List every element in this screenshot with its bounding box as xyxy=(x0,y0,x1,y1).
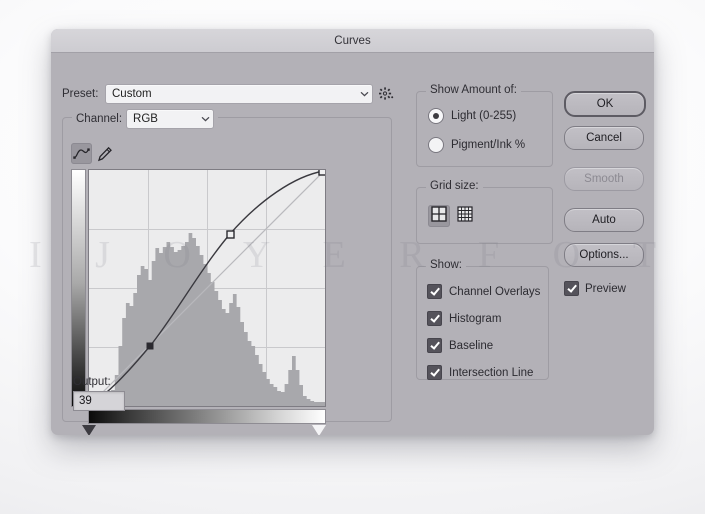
show-row-baseline[interactable]: Baseline xyxy=(427,338,548,353)
cancel-button[interactable]: Cancel xyxy=(564,126,644,150)
curve-graph-plot xyxy=(89,170,325,406)
curve-panel: Channel: RGB Output: 39 xyxy=(62,109,392,435)
channel-overlays-checkbox[interactable] xyxy=(427,284,442,299)
baseline-label: Baseline xyxy=(449,339,494,352)
curve-graph[interactable] xyxy=(88,169,326,407)
output-label: Output: xyxy=(73,376,111,388)
radio-row-light[interactable]: Light (0-255) xyxy=(428,108,552,124)
pencil-tool-button[interactable] xyxy=(94,143,115,164)
input-gradient-strip xyxy=(88,409,326,424)
histogram-label: Histogram xyxy=(449,312,502,325)
chevron-down-icon xyxy=(356,89,372,99)
dialog-title: Curves xyxy=(334,34,371,47)
channel-value: RGB xyxy=(133,113,158,125)
smooth-button[interactable]: Smooth xyxy=(564,167,644,191)
black-point-slider[interactable] xyxy=(82,425,96,435)
channel-row: Channel: RGB xyxy=(72,109,219,129)
curve-tools xyxy=(71,143,115,164)
light-radio[interactable] xyxy=(428,108,444,124)
options-button[interactable]: Options... xyxy=(564,243,644,267)
channel-overlays-label: Channel Overlays xyxy=(449,285,541,298)
light-label: Light (0-255) xyxy=(451,110,517,122)
grid-10x10-icon xyxy=(457,205,473,227)
intersection-line-label: Intersection Line xyxy=(449,366,534,379)
preview-checkbox[interactable] xyxy=(564,281,579,296)
grid-size-title: Grid size: xyxy=(426,180,483,192)
show-row-intersection-line[interactable]: Intersection Line xyxy=(427,365,548,380)
intersection-line-checkbox[interactable] xyxy=(427,365,442,380)
output-group: Output: 39 xyxy=(73,376,133,411)
ok-button[interactable]: OK xyxy=(564,91,646,117)
show-amount-of-group: Show Amount of: Light (0-255) Pigment/In… xyxy=(416,84,553,167)
pigment-label: Pigment/Ink % xyxy=(451,139,526,151)
channel-dropdown[interactable]: RGB xyxy=(126,109,215,129)
show-row-histogram[interactable]: Histogram xyxy=(427,311,548,326)
grid-10x10-button[interactable] xyxy=(454,205,476,227)
preview-label: Preview xyxy=(585,282,626,295)
pigment-radio[interactable] xyxy=(428,137,444,153)
output-input[interactable]: 39 xyxy=(73,391,125,411)
radio-row-pigment[interactable]: Pigment/Ink % xyxy=(428,137,552,153)
curve-point-highlight xyxy=(226,230,235,239)
grid-4x4-button[interactable] xyxy=(428,205,450,227)
baseline-checkbox[interactable] xyxy=(427,338,442,353)
preview-row[interactable]: Preview xyxy=(564,281,626,296)
dialog-body: Preset: Custom Channel: RGB Output: 39 S… xyxy=(51,53,654,435)
curve-point-tool-button[interactable] xyxy=(71,143,92,164)
preset-label: Preset: xyxy=(62,88,99,100)
preset-row: Preset: Custom xyxy=(62,84,402,104)
grid-size-group: Grid size: xyxy=(416,180,553,244)
curve-point-shadow xyxy=(146,342,154,350)
show-row-channel-overlays[interactable]: Channel Overlays xyxy=(427,284,548,299)
channel-label: Channel: xyxy=(76,113,123,125)
show-group: Show: Channel Overlays Histogram Baselin… xyxy=(416,259,549,380)
curve-point-white xyxy=(318,170,325,176)
histogram-checkbox[interactable] xyxy=(427,311,442,326)
chevron-down-icon xyxy=(197,114,213,124)
grid-4x4-icon xyxy=(431,205,447,227)
curves-dialog: Curves Preset: Custom Channel: RGB Outpu… xyxy=(51,29,654,435)
gear-icon[interactable] xyxy=(378,86,394,102)
dialog-titlebar[interactable]: Curves xyxy=(51,29,654,53)
show-amount-of-title: Show Amount of: xyxy=(426,84,521,96)
auto-button[interactable]: Auto xyxy=(564,208,644,232)
white-point-slider[interactable] xyxy=(312,425,326,435)
preset-value: Custom xyxy=(112,88,152,100)
output-gradient-strip xyxy=(71,169,86,407)
show-title: Show: xyxy=(426,259,466,271)
preset-dropdown[interactable]: Custom xyxy=(105,84,373,104)
